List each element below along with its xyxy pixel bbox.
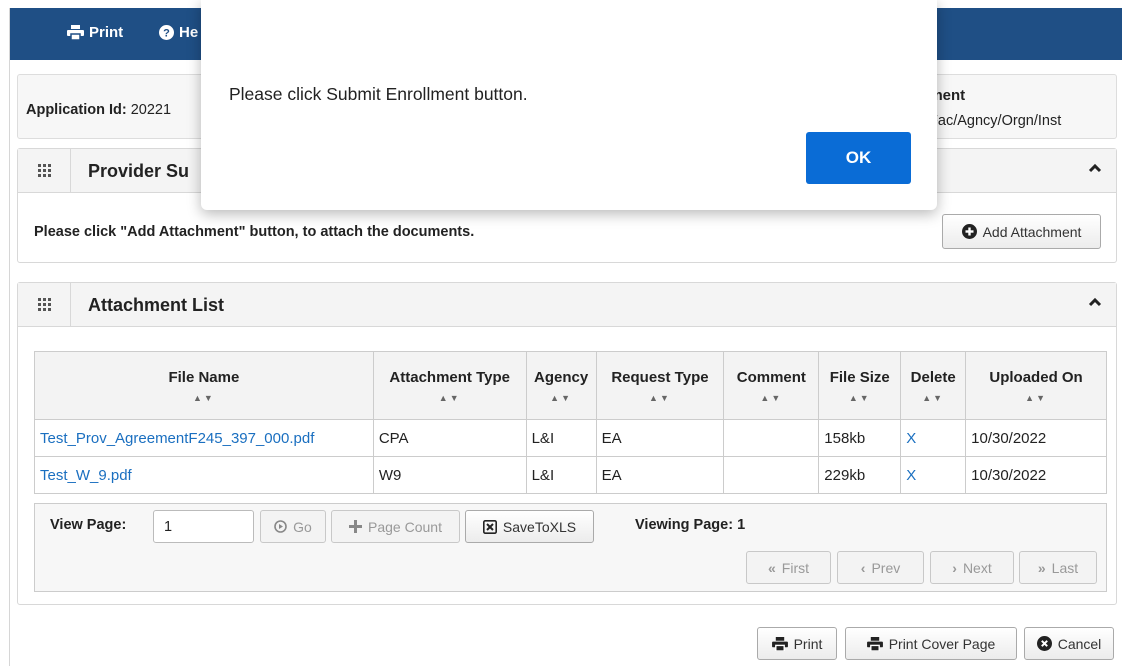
go-button[interactable]: Go [260,510,326,543]
file-name-link[interactable]: Test_Prov_AgreementF245_397_000.pdf [34,419,374,457]
save-to-xls-label: SaveToXLS [502,518,577,535]
page-count-button[interactable]: Page Count [331,510,460,543]
attachment-instruction: Please click "Add Attachment" button, to… [34,224,475,240]
provider-panel-title: Provider Su [88,161,190,181]
request-type-cell: EA [595,419,725,457]
table-row: Test_Prov_AgreementF245_397_000.pdf CPA … [34,419,1107,457]
attachment-panel-header[interactable]: Attachment List [18,283,1116,327]
help-icon: ? [159,25,174,40]
sort-icon: ▲▼ [1025,392,1047,403]
column-header-file-name[interactable]: File Name ▲▼ [34,351,374,420]
pager-bar: View Page: Go Page Count SaveToXLS Viewi… [34,503,1107,592]
column-header-attachment-type[interactable]: Attachment Type ▲▼ [372,351,527,420]
ok-button[interactable]: OK [806,132,911,184]
printer-icon [67,25,84,40]
sort-icon: ▲▼ [438,392,461,403]
add-attachment-button[interactable]: Add Attachment [942,214,1101,249]
delete-link[interactable]: X [900,456,967,494]
prev-page-button[interactable]: ‹ Prev [837,551,924,584]
table-header-row: File Name ▲▼ Attachment Type ▲▼ Agency ▲▼ R… [34,351,1107,420]
column-header-uploaded-on[interactable]: Uploaded On ▲▼ [965,351,1107,420]
double-chevron-left-icon: « [767,559,776,576]
first-label: First [781,559,809,576]
viewing-page-text: Viewing Page: 1 [635,517,746,533]
printer-icon [866,636,883,651]
uploaded-on-cell: 10/30/2022 [965,419,1107,457]
table-row: Test_W_9.pdf W9 L&I EA 229kb X 10/30/202… [34,456,1107,494]
svg-text:?: ? [163,28,170,40]
grid-icon [18,283,71,326]
sort-icon: ▲▼ [848,392,871,403]
dialog-message: Please click Submit Enrollment button. [229,84,528,104]
attachment-type-cell: W9 [372,456,527,494]
close-circle-icon [1036,636,1052,651]
view-page-label: View Page: [50,517,127,533]
file-name-link[interactable]: Test_W_9.pdf [34,456,374,494]
toolbar-print-button[interactable]: Print [67,24,123,41]
sort-icon: ▲▼ [649,392,671,403]
last-label: Last [1051,559,1079,576]
file-size-cell: 158kb [818,419,902,457]
print-button[interactable]: Print [757,627,837,660]
comment-cell [723,456,820,494]
chevron-up-icon[interactable] [1088,161,1102,175]
cancel-label: Cancel [1057,635,1102,652]
file-size-cell: 229kb [818,456,902,494]
attachment-type-cell: CPA [372,419,527,457]
print-cover-page-button[interactable]: Print Cover Page [845,627,1017,660]
view-page-input[interactable] [153,510,254,543]
agency-cell: L&I [525,456,597,494]
column-header-request-type[interactable]: Request Type ▲▼ [595,351,725,420]
attachment-table: File Name ▲▼ Attachment Type ▲▼ Agency ▲▼ R… [34,351,1107,494]
column-header-comment[interactable]: Comment ▲▼ [723,351,820,420]
double-chevron-right-icon: » [1037,559,1046,576]
column-header-agency[interactable]: Agency ▲▼ [525,351,597,420]
chevron-left-icon: ‹ [860,559,866,576]
enrollment-type: : Fac/Agncy/Orgn/Inst [921,113,1062,129]
chevron-up-icon[interactable] [1088,295,1102,309]
toolbar-help-button[interactable]: ? He [159,24,198,41]
sort-icon: ▲▼ [922,392,945,403]
request-type-cell: EA [595,456,725,494]
chevron-right-icon: › [952,559,957,576]
next-page-button[interactable]: › Next [930,551,1014,584]
column-header-delete[interactable]: Delete ▲▼ [900,351,967,420]
delete-link[interactable]: X [900,419,967,457]
page-count-label: Page Count [368,518,442,535]
add-attachment-label: Add Attachment [982,223,1082,240]
comment-cell [723,419,820,457]
sort-icon: ▲▼ [550,392,572,403]
toolbar-help-label: He [179,24,199,41]
plus-circle-icon [961,224,977,239]
application-id: Application Id: 20221 [26,102,172,118]
next-label: Next [962,559,992,576]
sort-icon: ▲▼ [760,392,783,403]
last-page-button[interactable]: » Last [1019,551,1097,584]
sort-icon: ▲▼ [192,392,215,403]
plus-icon [349,520,363,533]
print-label: Print [793,635,823,652]
first-page-button[interactable]: « First [746,551,831,584]
prev-label: Prev [871,559,901,576]
agency-cell: L&I [525,419,597,457]
attachment-panel-title: Attachment List [88,295,225,315]
printer-icon [771,636,788,651]
column-header-file-size[interactable]: File Size ▲▼ [818,351,902,420]
uploaded-on-cell: 10/30/2022 [965,456,1107,494]
alert-dialog: Please click Submit Enrollment button. O… [201,0,937,210]
grid-icon [18,149,71,192]
go-label: Go [293,518,312,535]
excel-icon [482,519,497,534]
play-circle-icon [274,520,287,533]
print-cover-page-label: Print Cover Page [888,635,996,652]
page-left-border [9,8,10,666]
save-to-xls-button[interactable]: SaveToXLS [465,510,594,543]
toolbar-print-label: Print [89,24,124,41]
cancel-button[interactable]: Cancel [1024,627,1114,660]
